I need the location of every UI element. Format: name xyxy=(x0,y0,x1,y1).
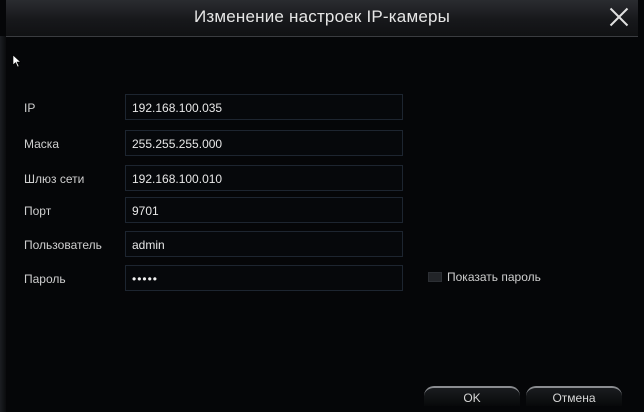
mask-label: Маска xyxy=(24,137,59,151)
user-row: Пользователь admin xyxy=(0,231,644,259)
ip-label: IP xyxy=(24,101,36,115)
user-input[interactable]: admin xyxy=(125,231,403,257)
password-input[interactable]: ••••• xyxy=(125,265,403,291)
ip-input[interactable]: 192.168.100.035 xyxy=(125,94,403,120)
gateway-input[interactable]: 192.168.100.010 xyxy=(125,165,403,191)
ip-row: IP 192.168.100.035 xyxy=(0,94,644,122)
gateway-row: Шлюз сети 192.168.100.010 xyxy=(0,165,644,193)
ok-button[interactable]: OK xyxy=(424,386,520,406)
gateway-label: Шлюз сети xyxy=(24,172,85,186)
show-password-label: Показать пароль xyxy=(447,270,541,284)
port-label: Порт xyxy=(24,204,52,218)
mouse-pointer-icon xyxy=(12,54,22,68)
password-row: Пароль ••••• xyxy=(0,265,644,293)
port-input[interactable]: 9701 xyxy=(125,197,403,223)
title-bar: Изменение настроек IP-камеры xyxy=(6,0,638,37)
mask-row: Маска 255.255.255.000 xyxy=(0,130,644,158)
port-row: Порт 9701 xyxy=(0,197,644,225)
ip-camera-settings-dialog: Изменение настроек IP-камеры IP 192.168.… xyxy=(0,0,644,412)
dialog-title: Изменение настроек IP-камеры xyxy=(193,7,451,26)
password-label: Пароль xyxy=(24,272,66,286)
cancel-button[interactable]: Отмена xyxy=(526,386,622,406)
user-label: Пользователь xyxy=(24,238,102,252)
close-icon[interactable] xyxy=(606,4,632,30)
mask-input[interactable]: 255.255.255.000 xyxy=(125,130,403,156)
show-password-checkbox[interactable] xyxy=(428,272,442,282)
